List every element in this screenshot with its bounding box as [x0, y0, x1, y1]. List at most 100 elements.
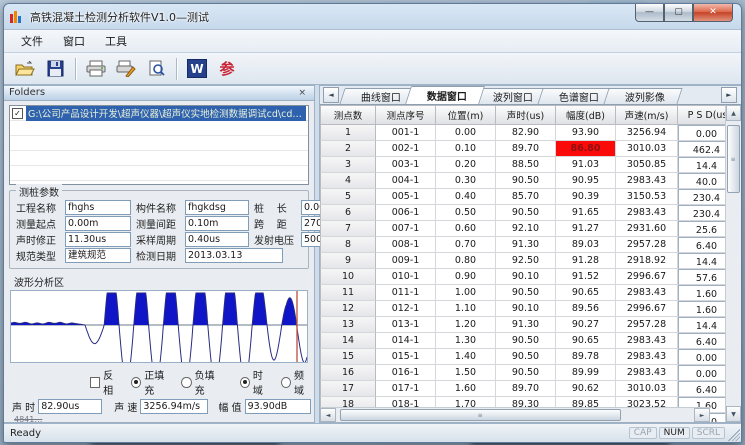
table-row[interactable]: 8008-10.7091.3089.032957.286.40 — [320, 237, 725, 253]
column-header-4[interactable]: 幅度(dB) — [556, 105, 616, 125]
table-cell[interactable]: 14.4 — [678, 253, 725, 269]
table-cell[interactable]: 89.56 — [556, 301, 616, 317]
table-cell[interactable]: 90.50 — [496, 333, 556, 349]
table-cell[interactable]: 90.50 — [496, 173, 556, 189]
table-cell[interactable]: 6.40 — [678, 237, 725, 253]
table-cell[interactable]: 0.20 — [436, 157, 496, 173]
table-cell[interactable]: 1.30 — [436, 333, 496, 349]
table-cell[interactable]: 17 — [320, 381, 376, 397]
table-cell[interactable]: 001-1 — [376, 125, 436, 141]
table-cell[interactable]: 92.50 — [496, 253, 556, 269]
table-row[interactable]: 9009-10.8092.5091.282918.9214.4 — [320, 253, 725, 269]
table-cell[interactable]: 1.50 — [436, 365, 496, 381]
table-cell[interactable]: 91.30 — [496, 317, 556, 333]
resize-grip[interactable] — [728, 429, 740, 441]
table-cell[interactable]: 91.03 — [556, 157, 616, 173]
table-cell[interactable]: 6.40 — [678, 381, 725, 397]
table-cell[interactable]: 1.60 — [436, 381, 496, 397]
table-row[interactable]: 11011-11.0090.5090.652983.431.60 — [320, 285, 725, 301]
table-cell[interactable]: 2983.43 — [616, 349, 678, 365]
table-cell[interactable]: 7 — [320, 221, 376, 237]
table-cell[interactable]: 14 — [320, 333, 376, 349]
waveform-plot[interactable] — [10, 290, 308, 363]
table-cell[interactable]: 0.10 — [436, 141, 496, 157]
param-field[interactable]: 0.40us — [185, 232, 249, 247]
table-cell[interactable]: 1.00 — [436, 285, 496, 301]
data-grid[interactable]: 测点数测点序号位置(m)声时(us)幅度(dB)声速(m/s)P S D(us … — [320, 105, 725, 422]
file-path[interactable]: G:\公司产品设计开发\超声仪器\超声仪实地检测数据调试cd\cd03\cd03… — [26, 105, 306, 121]
table-cell[interactable]: 89.70 — [496, 141, 556, 157]
param-field[interactable]: 0.00m — [65, 216, 131, 231]
table-cell[interactable]: 2 — [320, 141, 376, 157]
table-row[interactable]: 17017-11.6089.7090.623010.036.40 — [320, 381, 725, 397]
print-setup-button[interactable] — [111, 55, 141, 83]
table-cell[interactable]: 6.40 — [678, 333, 725, 349]
table-cell[interactable]: 91.28 — [556, 253, 616, 269]
table-cell[interactable]: 8 — [320, 237, 376, 253]
table-cell[interactable]: 0.00 — [678, 349, 725, 365]
column-header-3[interactable]: 声时(us) — [496, 105, 556, 125]
table-cell[interactable]: 3010.03 — [616, 381, 678, 397]
print-preview-button[interactable] — [141, 55, 171, 83]
table-cell[interactable]: 0.40 — [436, 189, 496, 205]
tab-数据窗口[interactable]: 数据窗口 — [405, 86, 485, 104]
table-cell[interactable]: 90.62 — [556, 381, 616, 397]
table-cell[interactable]: 88.50 — [496, 157, 556, 173]
table-cell[interactable]: 1.60 — [678, 285, 725, 301]
table-cell[interactable]: 2931.60 — [616, 221, 678, 237]
table-cell[interactable]: 85.70 — [496, 189, 556, 205]
table-cell[interactable]: 86.80 — [556, 141, 616, 157]
print-button[interactable] — [81, 55, 111, 83]
table-cell[interactable]: 0.00 — [678, 125, 725, 141]
table-cell[interactable]: 89.70 — [496, 381, 556, 397]
param-field[interactable]: fhgkdsg — [185, 200, 249, 215]
table-cell[interactable]: 3 — [320, 157, 376, 173]
table-cell[interactable]: 90.50 — [496, 205, 556, 221]
table-cell[interactable]: 10 — [320, 269, 376, 285]
table-cell[interactable]: 13 — [320, 317, 376, 333]
table-row[interactable]: 4004-10.3090.5090.952983.4340.0 — [320, 173, 725, 189]
table-cell[interactable]: 91.52 — [556, 269, 616, 285]
table-cell[interactable]: 2957.28 — [616, 237, 678, 253]
table-cell[interactable]: 3010.03 — [616, 141, 678, 157]
table-row[interactable]: 1001-10.0082.9093.903256.940.00 — [320, 125, 725, 141]
table-cell[interactable]: 91.27 — [556, 221, 616, 237]
table-cell[interactable]: 2996.67 — [616, 301, 678, 317]
table-cell[interactable]: 0.70 — [436, 237, 496, 253]
column-header-6[interactable]: P S D(us — [678, 105, 725, 125]
table-cell[interactable]: 25.6 — [678, 221, 725, 237]
table-cell[interactable]: 90.10 — [496, 269, 556, 285]
table-cell[interactable]: 010-1 — [376, 269, 436, 285]
scroll-up-icon[interactable]: ▲ — [726, 105, 741, 121]
table-cell[interactable]: 012-1 — [376, 301, 436, 317]
table-cell[interactable]: 2983.43 — [616, 173, 678, 189]
table-cell[interactable]: 016-1 — [376, 365, 436, 381]
table-cell[interactable]: 017-1 — [376, 381, 436, 397]
folders-close-icon[interactable]: × — [295, 88, 309, 98]
table-cell[interactable]: 90.50 — [496, 285, 556, 301]
table-cell[interactable]: 9 — [320, 253, 376, 269]
table-cell[interactable]: 2983.43 — [616, 365, 678, 381]
column-header-2[interactable]: 位置(m) — [436, 105, 496, 125]
table-row[interactable]: 12012-11.1090.1089.562996.671.60 — [320, 301, 725, 317]
param-field[interactable]: fhghs — [65, 200, 131, 215]
radio-icon[interactable] — [131, 377, 141, 388]
table-cell[interactable]: 0.00 — [678, 365, 725, 381]
table-cell[interactable]: 1.40 — [436, 349, 496, 365]
freq-domain-radio[interactable]: 频域 — [281, 367, 312, 397]
param-field[interactable]: 11.30us — [65, 232, 131, 247]
table-cell[interactable]: 90.27 — [556, 317, 616, 333]
scroll-down-icon[interactable]: ▼ — [726, 406, 741, 422]
radio-icon[interactable] — [281, 377, 291, 388]
table-cell[interactable]: 0.50 — [436, 205, 496, 221]
table-cell[interactable]: 2983.43 — [616, 205, 678, 221]
tab-scroll-right-icon[interactable]: ► — [721, 87, 737, 103]
table-cell[interactable]: 92.10 — [496, 221, 556, 237]
table-cell[interactable]: 6 — [320, 205, 376, 221]
file-list[interactable]: ✓ G:\公司产品设计开发\超声仪器\超声仪实地检测数据调试cd\cd03\cd… — [9, 105, 309, 185]
table-cell[interactable]: 007-1 — [376, 221, 436, 237]
time-domain-radio[interactable]: 时域 — [240, 367, 271, 397]
table-cell[interactable]: 91.65 — [556, 205, 616, 221]
table-cell[interactable]: 003-1 — [376, 157, 436, 173]
column-header-0[interactable]: 测点数 — [320, 105, 376, 125]
